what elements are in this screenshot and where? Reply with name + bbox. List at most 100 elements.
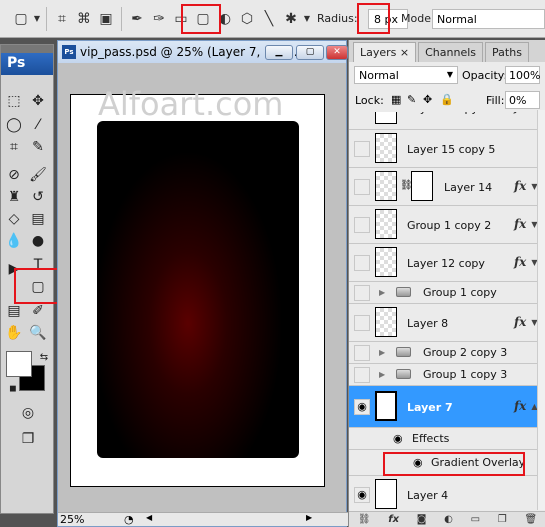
layer-row[interactable]: ⛓ Layer 14 fx ▼ (349, 168, 539, 206)
fill-pixels-icon[interactable]: ▣ (95, 8, 117, 30)
add-mask-icon[interactable]: ◙ (417, 514, 427, 525)
gradient-overlay-eye-icon[interactable]: ◉ (413, 456, 423, 469)
rectangle-tool-icon[interactable]: ▭ (170, 8, 192, 30)
effects-eye-icon[interactable]: ◉ (393, 432, 403, 445)
layer-row[interactable]: ◉ Layer 4 (349, 476, 539, 510)
tool-preset-picker-icon[interactable]: ▢ (10, 8, 32, 30)
marquee-tool-icon[interactable]: ⬚ (4, 91, 24, 111)
lasso-tool-icon[interactable]: ◯ (4, 115, 24, 135)
layer-row[interactable]: Layer 8 fx ▼ (349, 304, 539, 342)
visibility-toggle[interactable] (354, 367, 370, 383)
path-select-tool-icon[interactable]: ▶ (4, 259, 24, 279)
fx-icon[interactable]: fx (514, 112, 526, 114)
delete-layer-icon[interactable]: 🗑 (524, 514, 537, 525)
tab-paths[interactable]: Paths (485, 42, 529, 62)
expand-group-icon[interactable]: ▶ (379, 348, 385, 357)
fx-icon[interactable]: fx (514, 217, 526, 231)
layer-row-selected[interactable]: ◉ Layer 7 fx ▲ (349, 386, 539, 428)
layer-row[interactable]: Layer 15 copy 5 (349, 130, 539, 168)
layers-scrollbar[interactable] (537, 110, 545, 510)
ellipse-tool-icon[interactable]: ◐ (214, 8, 236, 30)
fx-icon[interactable]: fx (514, 255, 526, 269)
blur-tool-icon[interactable]: 💧 (4, 231, 24, 251)
close-button[interactable]: ✕ (326, 45, 348, 60)
scroll-left-icon[interactable]: ◀ (146, 513, 152, 522)
zoom-tool-icon[interactable]: 🔍 (28, 323, 48, 343)
fill-input[interactable]: 0% (505, 91, 540, 109)
opacity-input[interactable]: 100% (505, 66, 540, 84)
slice-tool-icon[interactable]: ✎ (28, 137, 48, 157)
visibility-eye-icon[interactable]: ◉ (354, 399, 370, 415)
expand-group-icon[interactable]: ▶ (379, 370, 385, 379)
paths-icon[interactable]: ⌘ (73, 8, 95, 30)
lock-pixels-icon[interactable]: ✎ (407, 93, 416, 106)
new-group-icon[interactable]: ▭ (471, 514, 480, 525)
eyedropper-tool-icon[interactable]: ✐ (28, 301, 48, 321)
effects-row[interactable]: ◉ Effects (349, 428, 539, 450)
visibility-toggle[interactable] (354, 217, 370, 233)
layer-row[interactable]: ▶ Group 2 copy 3 (349, 342, 539, 364)
crop-tool-icon[interactable]: ⌗ (4, 137, 24, 157)
tab-layers[interactable]: Layers × (353, 42, 417, 62)
minimize-button[interactable]: ▁ (265, 45, 293, 60)
fx-icon[interactable]: fx (514, 315, 526, 329)
shape-layers-icon[interactable]: ⌗ (51, 8, 73, 30)
status-menu-icon[interactable]: ◔ (124, 513, 134, 526)
maximize-button[interactable]: ▢ (296, 45, 324, 60)
lock-all-icon[interactable]: 🔒 (440, 93, 454, 106)
dropdown-arrow-icon[interactable]: ▼ (302, 8, 312, 30)
new-layer-icon[interactable]: ❐ (498, 514, 507, 525)
brush-tool-icon[interactable]: 🖌 (28, 165, 48, 185)
clone-stamp-icon[interactable]: ♜ (4, 187, 24, 207)
visibility-toggle[interactable] (354, 179, 370, 195)
visibility-eye-icon[interactable]: ◉ (354, 487, 370, 503)
fx-icon[interactable]: fx (514, 399, 526, 413)
lock-transparency-icon[interactable]: ▦ (391, 93, 401, 106)
default-colors-icon[interactable]: ◼ (3, 379, 23, 399)
tab-channels[interactable]: Channels (418, 42, 484, 62)
history-brush-icon[interactable]: ↺ (28, 187, 48, 207)
gradient-tool-icon[interactable]: ▤ (28, 209, 48, 229)
visibility-toggle[interactable] (354, 345, 370, 361)
hand-tool-icon[interactable]: ✋ (4, 323, 24, 343)
layer-row[interactable]: ▶ Group 1 copy (349, 282, 539, 304)
eraser-tool-icon[interactable]: ◇ (4, 209, 24, 229)
line-tool-icon[interactable]: ╲ (258, 8, 280, 30)
visibility-toggle[interactable] (354, 285, 370, 301)
layer-row[interactable]: Layer 7 copy fx (349, 112, 539, 130)
scroll-right-icon[interactable]: ▶ (306, 513, 312, 522)
visibility-toggle[interactable] (354, 141, 370, 157)
lock-position-icon[interactable]: ✥ (423, 93, 432, 106)
layer-row[interactable]: Layer 12 copy fx ▼ (349, 244, 539, 282)
adjustment-layer-icon[interactable]: ◐ (444, 514, 453, 525)
foreground-color-swatch[interactable] (6, 351, 32, 377)
effect-row-gradient-overlay[interactable]: ◉ Gradient Overlay (349, 450, 539, 476)
blend-mode-select[interactable]: Normal ▼ (354, 66, 458, 84)
expand-group-icon[interactable]: ▶ (379, 288, 385, 297)
visibility-toggle[interactable] (354, 255, 370, 271)
visibility-toggle[interactable] (354, 315, 370, 331)
link-layers-icon[interactable]: ⛓ (358, 514, 371, 525)
screen-mode-icon[interactable]: ❐ (18, 429, 38, 449)
type-tool-icon[interactable]: T (28, 255, 48, 275)
pen-tool-icon[interactable]: ✒ (126, 8, 148, 30)
freeform-pen-icon[interactable]: ✑ (148, 8, 170, 30)
canvas[interactable] (70, 94, 325, 487)
add-layer-style-icon[interactable]: fx (388, 514, 399, 525)
dodge-tool-icon[interactable]: ● (28, 231, 48, 251)
rounded-rectangle-tool-icon[interactable]: ▢ (28, 277, 48, 297)
layer-row[interactable]: ▶ Group 1 copy 3 (349, 364, 539, 386)
custom-shape-tool-icon[interactable]: ✱ (280, 8, 302, 30)
healing-brush-icon[interactable]: ⊘ (4, 165, 24, 185)
swap-colors-icon[interactable]: ⇆ (34, 347, 54, 367)
mode-select[interactable]: Normal (432, 9, 545, 29)
dropdown-arrow-icon[interactable]: ▼ (32, 8, 42, 30)
fx-icon[interactable]: fx (514, 179, 526, 193)
zoom-level[interactable]: 25% (60, 513, 84, 526)
quick-select-tool-icon[interactable]: ⁄ (28, 115, 48, 135)
rounded-rectangle-tool-icon[interactable]: ▢ (192, 8, 214, 30)
quick-mask-icon[interactable]: ◎ (18, 403, 38, 423)
layer-row[interactable]: Group 1 copy 2 fx ▼ (349, 206, 539, 244)
move-tool-icon[interactable]: ✥ (28, 91, 48, 111)
notes-tool-icon[interactable]: ▤ (4, 301, 24, 321)
